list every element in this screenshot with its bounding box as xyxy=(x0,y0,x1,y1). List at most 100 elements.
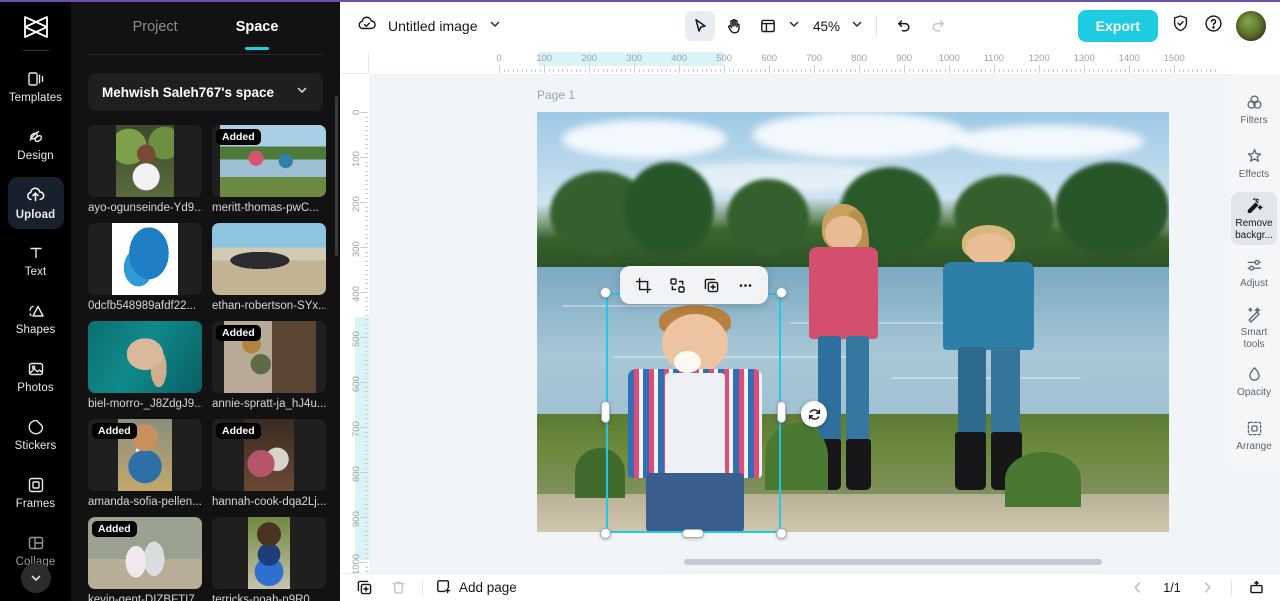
asset-thumbnail[interactable] xyxy=(212,517,326,589)
duplicate-icon[interactable] xyxy=(697,271,725,299)
resize-handle-br[interactable] xyxy=(776,528,787,539)
selection-frame[interactable] xyxy=(600,287,827,539)
replace-icon[interactable] xyxy=(663,271,691,299)
asset-badge: Added xyxy=(216,129,261,145)
zoom-level[interactable]: 45% xyxy=(813,19,840,34)
resize-handle-tl[interactable] xyxy=(600,287,611,298)
vertical-ruler[interactable]: 0 100 200 300 400 500 600 700 800 900 1000 xyxy=(340,74,369,601)
more-options-icon[interactable] xyxy=(731,271,759,299)
sidebar-item-photos[interactable]: Photos xyxy=(8,351,64,403)
question-circle-icon[interactable] xyxy=(1203,13,1224,39)
chevron-down-icon[interactable] xyxy=(488,17,502,36)
ruler-tick xyxy=(728,69,730,72)
asset-thumbnail[interactable] xyxy=(212,223,326,295)
ruler-tick xyxy=(944,69,946,72)
canvas-area[interactable]: Page 1 xyxy=(369,74,1280,573)
asset-card[interactable]: terricks-noah-n9R0... xyxy=(212,517,326,601)
resize-handle-left[interactable] xyxy=(601,401,610,423)
asset-thumbnail[interactable]: Added xyxy=(212,125,326,197)
asset-badge: Added xyxy=(216,325,261,341)
ruler-tick xyxy=(791,69,793,72)
duplicate-page-icon[interactable] xyxy=(352,576,376,600)
space-selector[interactable]: Mehwish Saleh767's space xyxy=(88,73,323,111)
asset-thumbnail[interactable] xyxy=(88,321,202,393)
page-indicator: 1/1 xyxy=(1163,580,1181,595)
bottom-left: Add page xyxy=(340,576,517,600)
canvas-horizontal-scrollbar[interactable] xyxy=(684,559,1102,565)
ruler-tick xyxy=(365,458,368,460)
sidebar-item-upload[interactable]: Upload xyxy=(7,177,64,229)
document-title[interactable]: Untitled image xyxy=(388,18,478,34)
tool-arrange[interactable]: Arrange xyxy=(1231,410,1277,462)
horizontal-ruler[interactable]: 0 100 200 300 400 500 600 700 800 900 1000 1100 1200… xyxy=(369,52,1280,74)
sidebar-item-text[interactable]: Text xyxy=(8,235,64,287)
asset-thumbnail[interactable] xyxy=(88,223,202,295)
ruler-tick xyxy=(365,386,368,388)
chevron-left-icon[interactable] xyxy=(1125,576,1149,600)
rotate-icon[interactable] xyxy=(801,401,827,427)
asset-card[interactable]: 0dcfb548989afdf22... xyxy=(88,223,202,312)
sidebar-item-frames[interactable]: Frames xyxy=(8,467,64,519)
sidebar-item-shapes[interactable]: Shapes xyxy=(8,293,64,345)
asset-card[interactable]: Added annie-spratt-ja_hJ4u... xyxy=(212,321,326,410)
tab-project[interactable]: Project xyxy=(131,15,180,39)
asset-card[interactable]: biel-morro-_J8ZdgJ9... xyxy=(88,321,202,410)
resize-handle-tr[interactable] xyxy=(776,287,787,298)
asset-card[interactable]: ayo-ogunseinde-Yd9... xyxy=(88,125,202,214)
hand-tool-button[interactable] xyxy=(719,11,749,41)
ruler-tick xyxy=(365,260,368,262)
chevron-down-icon[interactable] xyxy=(20,563,51,593)
present-icon[interactable] xyxy=(1244,576,1268,600)
resize-handle-bl[interactable] xyxy=(600,528,611,539)
sidebar-item-templates[interactable]: Templates xyxy=(8,61,64,113)
tool-remove-background[interactable]: Remove backgr... xyxy=(1231,192,1277,245)
asset-card[interactable]: Added kevin-gent-DIZBFTI7... xyxy=(88,517,202,601)
redo-button[interactable] xyxy=(923,11,953,41)
export-button[interactable]: Export xyxy=(1077,10,1158,42)
layout-tool-button[interactable] xyxy=(753,11,783,41)
top-accent-line xyxy=(0,0,1280,2)
sidebar-item-design[interactable]: Design xyxy=(8,119,64,171)
ruler-tick xyxy=(611,69,613,72)
resize-handle-bottom[interactable] xyxy=(682,529,704,538)
ruler-tick xyxy=(994,65,995,73)
resize-handle-right[interactable] xyxy=(777,401,786,423)
asset-card[interactable]: Added meritt-thomas-pwC... xyxy=(212,125,326,214)
shield-check-icon[interactable] xyxy=(1170,13,1191,39)
chevron-right-icon[interactable] xyxy=(1195,576,1219,600)
avatar[interactable] xyxy=(1236,11,1266,41)
asset-thumbnail[interactable]: Added xyxy=(212,321,326,393)
ruler-tick xyxy=(1075,69,1076,72)
ruler-tick xyxy=(365,350,368,352)
ruler-tick xyxy=(365,499,368,500)
capcut-logo[interactable] xyxy=(16,10,56,44)
panel-scrollbar[interactable] xyxy=(335,96,338,256)
tab-space[interactable]: Space xyxy=(234,15,281,39)
crop-icon[interactable] xyxy=(629,271,657,299)
asset-thumbnail[interactable]: Added xyxy=(88,517,202,589)
undo-button[interactable] xyxy=(889,11,919,41)
ruler-tick-label: 600 xyxy=(761,53,778,64)
trash-icon[interactable] xyxy=(386,576,410,600)
chevron-down-icon[interactable] xyxy=(850,17,864,36)
add-page-button[interactable]: Add page xyxy=(435,578,517,598)
ruler-tick xyxy=(580,69,581,72)
select-tool-button[interactable] xyxy=(685,11,715,41)
tool-smart-tools[interactable]: Smart tools xyxy=(1231,301,1277,354)
cloud-check-icon[interactable] xyxy=(356,13,378,40)
tool-opacity[interactable]: Opacity xyxy=(1231,356,1277,408)
ruler-tick xyxy=(365,134,368,136)
tool-adjust[interactable]: Adjust xyxy=(1231,247,1277,299)
asset-thumbnail[interactable]: Added xyxy=(212,419,326,491)
ruler-tick xyxy=(365,418,368,419)
tool-effects[interactable]: Effects xyxy=(1231,138,1277,190)
sidebar-item-stickers[interactable]: Stickers xyxy=(8,409,64,461)
chevron-down-icon[interactable] xyxy=(787,17,801,36)
asset-card[interactable]: Added hannah-cook-dqa2Lj... xyxy=(212,419,326,508)
asset-thumbnail[interactable]: Added xyxy=(88,419,202,491)
asset-thumbnail[interactable] xyxy=(88,125,202,197)
ruler-tick xyxy=(365,283,368,284)
asset-card[interactable]: Added amanda-sofia-pellen... xyxy=(88,419,202,508)
tool-filters[interactable]: Filters xyxy=(1231,84,1277,136)
asset-card[interactable]: ethan-robertson-SYx... xyxy=(212,223,326,312)
